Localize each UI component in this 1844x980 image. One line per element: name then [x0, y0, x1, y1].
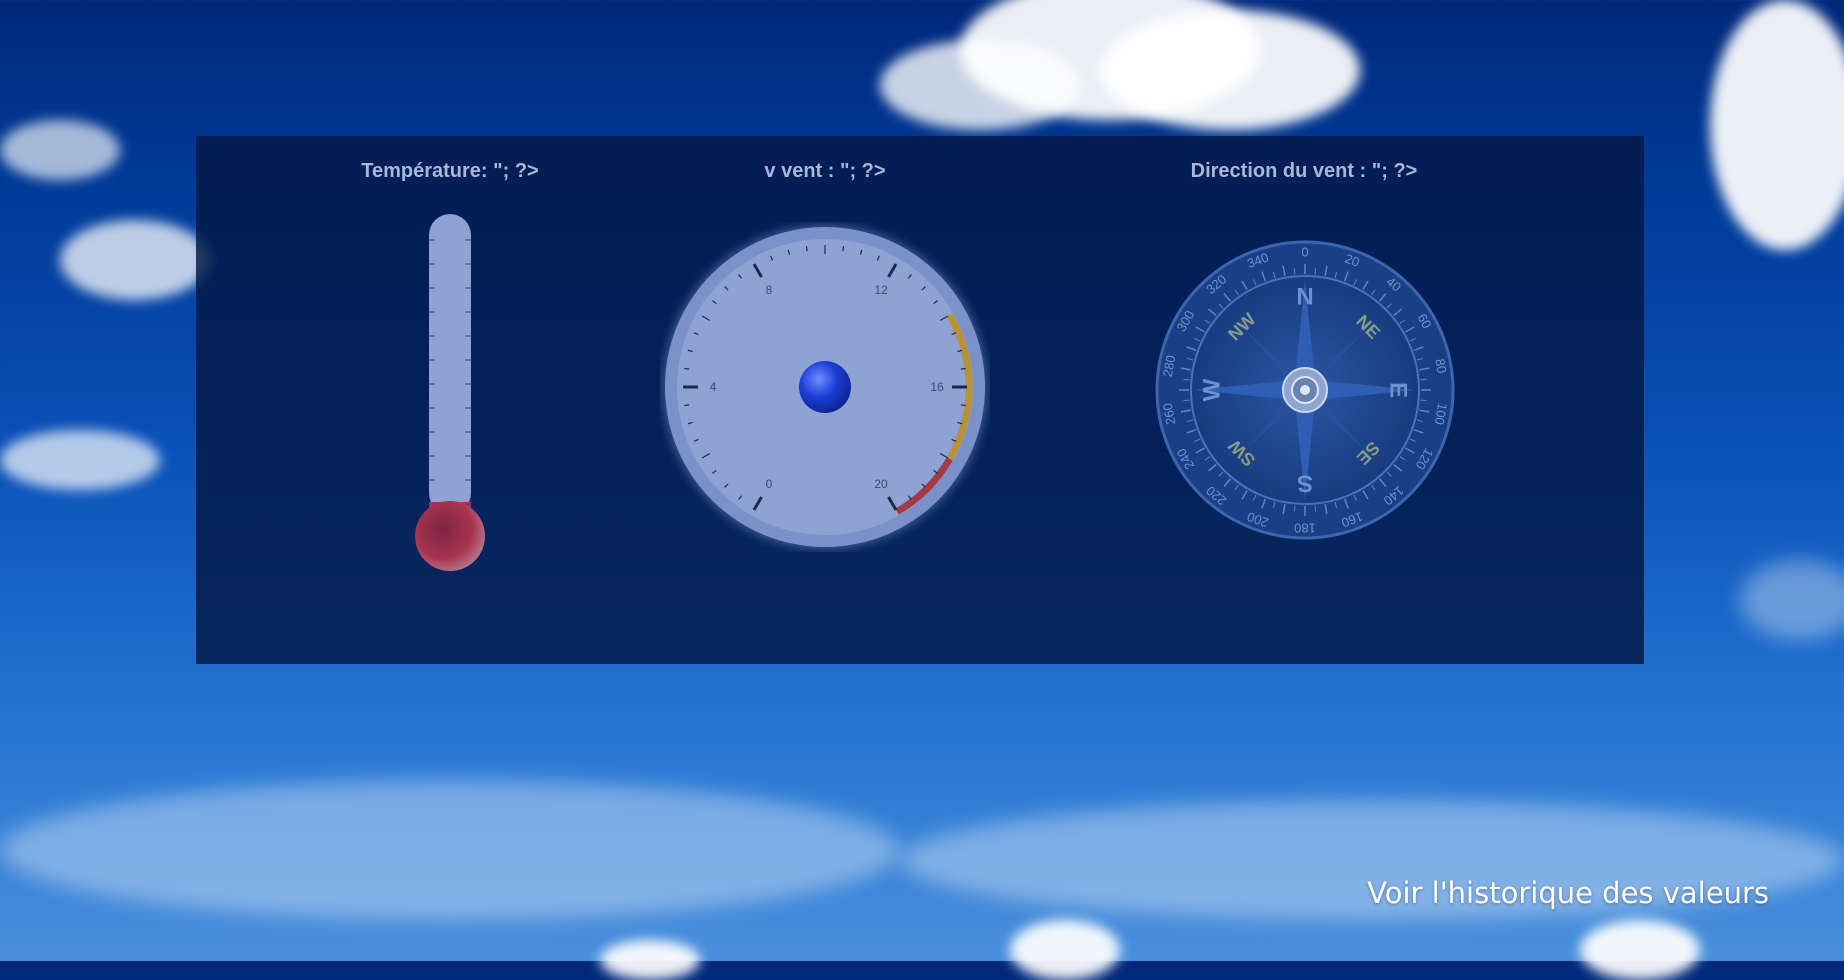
thermometer-bulb	[415, 501, 485, 571]
temperature-label: Température: "; ?>	[361, 160, 539, 182]
speed-tick	[805, 246, 808, 252]
compass-cardinal-label: N	[1296, 283, 1313, 310]
needle-hub	[799, 361, 851, 413]
compass-tick	[1420, 378, 1427, 381]
compass-tick	[1314, 268, 1317, 275]
speed-tick-label: 16	[930, 380, 944, 394]
speed-tick	[960, 367, 966, 370]
thermometer-tube	[429, 214, 471, 514]
wind-direction-compass: 0 204060801001201401601802002202402602803…	[1155, 240, 1455, 540]
compass-cardinal-label: E	[1385, 382, 1412, 398]
speed-tick	[684, 404, 690, 407]
compass-tick	[1293, 505, 1296, 512]
speed-tick	[960, 404, 966, 407]
speed-tick-label: 4	[710, 380, 717, 394]
speed-tick	[684, 367, 690, 370]
compass-degree-label: 180	[1294, 521, 1316, 536]
compass-tick	[1293, 268, 1296, 275]
compass-cardinal-label: W	[1198, 378, 1225, 401]
compass-tick	[1314, 505, 1317, 512]
compass-tick	[1183, 378, 1190, 381]
speed-tick-label: 8	[766, 283, 773, 297]
speed-tick-label: 0	[766, 477, 773, 491]
wind-speed-label: v vent : "; ?>	[764, 160, 886, 182]
speed-tick-label: 12	[874, 283, 888, 297]
wind-direction-label: Direction du vent : "; ?>	[1190, 160, 1418, 182]
thermometer-gauge	[415, 214, 485, 571]
compass-cardinal-label: S	[1297, 470, 1313, 497]
compass-degree-label: 0	[1301, 244, 1308, 259]
history-link[interactable]: Voir l'historique des valeurs	[1367, 876, 1769, 910]
wind-speed-gauge: 0 4 8 12 16 20	[663, 225, 987, 549]
compass-tick	[1183, 399, 1190, 402]
speed-tick-label: 20	[874, 477, 888, 491]
speed-tick	[842, 246, 845, 252]
compass-degree-label: 80	[1432, 358, 1449, 375]
compass-tick	[1420, 399, 1427, 402]
